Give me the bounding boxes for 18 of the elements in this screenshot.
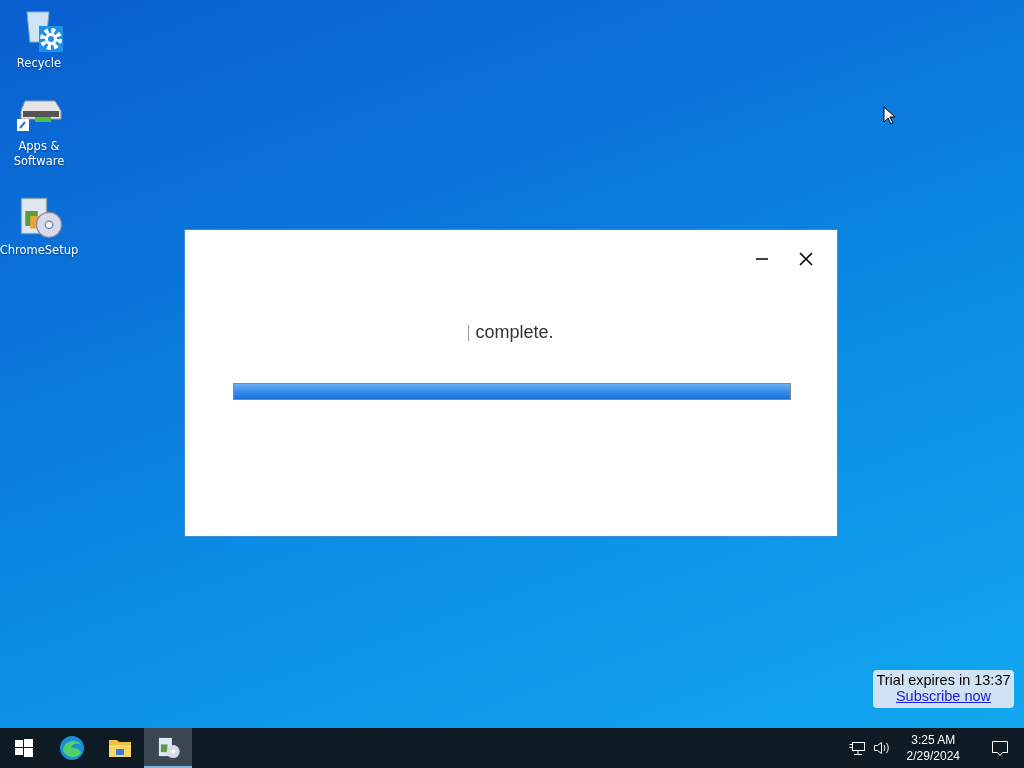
subscribe-link[interactable]: Subscribe now	[895, 688, 992, 704]
trial-text: Trial expires in 13:37	[876, 672, 1011, 688]
status-text: complete.	[475, 322, 554, 343]
folder-icon	[108, 737, 132, 759]
close-icon	[799, 252, 813, 266]
clock-date: 2/29/2024	[906, 748, 960, 764]
notification-icon	[991, 739, 1009, 757]
taskbar-setup-button[interactable]	[144, 728, 192, 768]
browser-logo-icon	[59, 735, 85, 761]
clock-time: 3:25 AM	[911, 732, 956, 748]
desktop-icon-label[interactable]: Recycle	[16, 56, 62, 71]
speaker-icon[interactable]	[872, 740, 891, 756]
clock[interactable]: 3:25 AM 2/29/2024	[898, 732, 968, 764]
network-icon[interactable]	[848, 740, 865, 756]
windows-logo-icon	[15, 739, 33, 757]
desktop-icon-label[interactable]: Apps & Software	[13, 139, 65, 169]
cursor-icon	[883, 106, 895, 125]
desktop-icon-label[interactable]: ChromeSetup	[0, 243, 79, 258]
